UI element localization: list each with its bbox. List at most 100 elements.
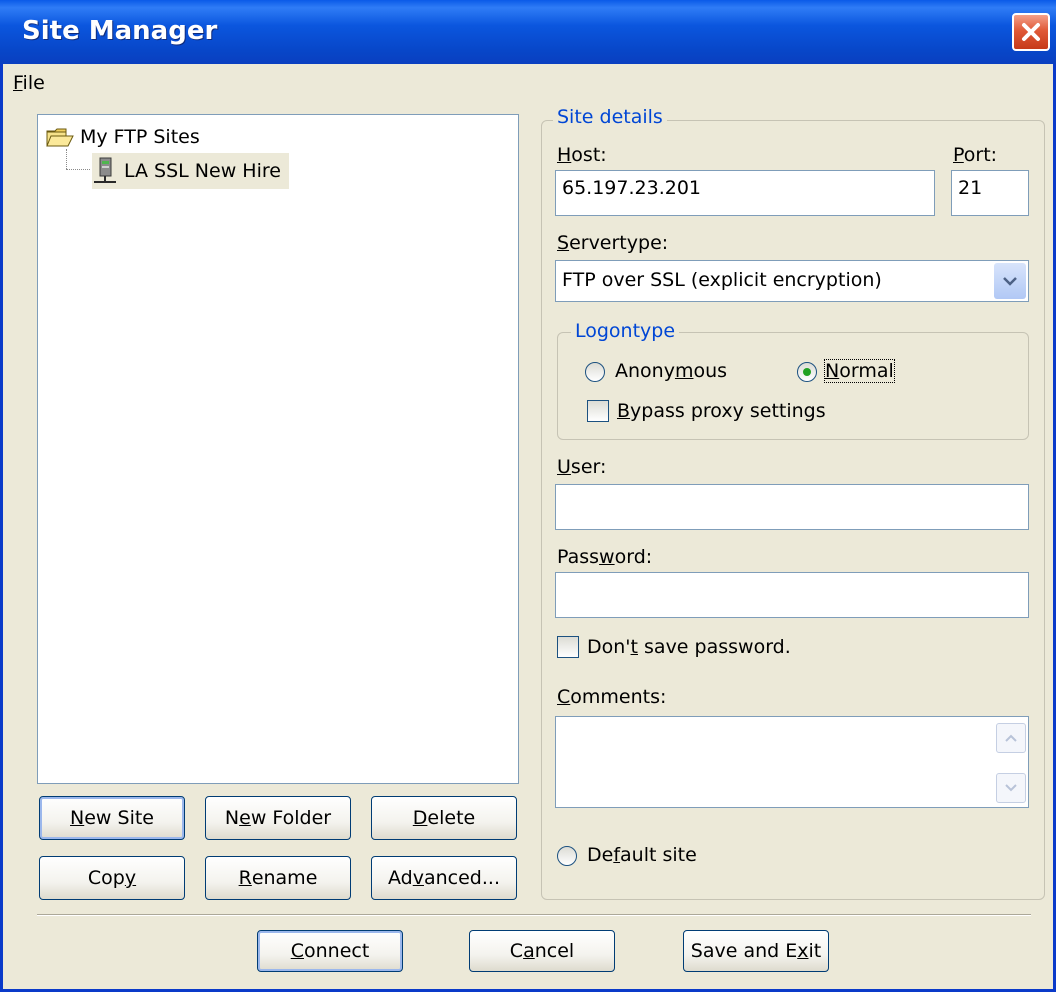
mnemonic: B: [617, 400, 631, 422]
new-folder-button[interactable]: New Folder: [205, 796, 351, 840]
tree-root-label: My FTP Sites: [80, 126, 200, 148]
label-rest: ormal: [839, 360, 894, 382]
label-rest: ncel: [534, 940, 575, 962]
user-label: User:: [557, 456, 606, 478]
tree-connector: [66, 169, 90, 170]
host-input[interactable]: 65.197.23.201: [555, 170, 935, 216]
scroll-up-button[interactable]: [996, 723, 1026, 753]
label-start: Cop: [87, 867, 125, 889]
label-start: Anony: [615, 360, 675, 382]
label-start: Don': [587, 636, 631, 658]
delete-button[interactable]: Delete: [371, 796, 517, 840]
label-rest: elete: [427, 807, 476, 829]
normal-label[interactable]: Normal: [824, 359, 895, 383]
port-input[interactable]: 21: [951, 170, 1029, 216]
dont-save-password-checkbox[interactable]: [557, 636, 579, 658]
rename-button[interactable]: Rename: [205, 856, 351, 900]
default-site-radio[interactable]: [557, 846, 577, 866]
mnemonic: e: [239, 807, 251, 829]
chevron-down-icon: [1003, 277, 1017, 286]
mnemonic: x: [797, 940, 809, 962]
label-rest: ser:: [570, 456, 607, 478]
bypass-proxy-label[interactable]: Bypass proxy settings: [617, 400, 826, 422]
server-icon: [94, 157, 116, 183]
label-rest: anced...: [423, 867, 500, 889]
comments-textarea[interactable]: [555, 716, 1029, 808]
password-label: Password:: [557, 546, 652, 568]
logontype-group: [557, 332, 1029, 440]
mnemonic: C: [290, 940, 304, 962]
label-rest: ervertype:: [569, 232, 669, 254]
menu-file-mnemonic: F: [13, 72, 23, 94]
save-and-exit-button[interactable]: Save and Ex it: [683, 930, 829, 972]
label-start: Save and E: [690, 940, 798, 962]
servertype-value: FTP over SSL (explicit encryption): [562, 269, 882, 291]
label-rest: onnect: [303, 940, 370, 962]
label-rest: ort:: [963, 144, 998, 166]
password-input[interactable]: [555, 572, 1029, 618]
label-start: Ad: [388, 867, 413, 889]
chevron-up-icon: [1005, 734, 1017, 742]
mnemonic: P: [953, 144, 964, 166]
close-button[interactable]: [1012, 13, 1050, 51]
servertype-dropdown-button[interactable]: [994, 263, 1026, 299]
mnemonic: S: [557, 232, 570, 254]
tree-item-la-ssl-new-hire[interactable]: LA SSL New Hire: [92, 153, 289, 189]
site-tree[interactable]: My FTP Sites LA SSL New Hire: [37, 114, 519, 784]
label-start: N: [224, 807, 240, 829]
scroll-down-button[interactable]: [996, 773, 1026, 803]
user-input[interactable]: [555, 484, 1029, 530]
site-details-legend: Site details: [553, 106, 667, 128]
bypass-proxy-checkbox[interactable]: [587, 400, 609, 422]
label-rest: ypass proxy settings: [630, 400, 826, 422]
host-label: Host:: [557, 144, 607, 166]
advanced-button[interactable]: Ad v anced...: [371, 856, 517, 900]
mnemonic: y: [124, 867, 137, 889]
label-rest: ord:: [614, 546, 653, 568]
dont-save-password-label[interactable]: Don't save password.: [587, 636, 791, 658]
folder-icon: [46, 128, 74, 147]
mnemonic: v: [412, 867, 424, 889]
menu-file-rest: ile: [22, 72, 45, 94]
tree-item-my-ftp-sites[interactable]: My FTP Sites: [46, 123, 200, 151]
label-rest: omments:: [570, 686, 667, 708]
title-bar[interactable]: Site Manager: [0, 0, 1056, 64]
label-rest: ault site: [620, 844, 697, 866]
logontype-legend: Logontype: [571, 320, 680, 342]
close-icon: [1022, 23, 1040, 41]
radio-selected-dot: [803, 368, 811, 376]
normal-radio[interactable]: [797, 362, 817, 382]
window-title: Site Manager: [22, 16, 218, 46]
default-site-label[interactable]: Default site: [587, 844, 697, 866]
port-label: Port:: [953, 144, 997, 166]
mnemonic: N: [825, 360, 840, 382]
mnemonic: U: [557, 456, 571, 478]
menu-bar: File: [3, 64, 1053, 102]
label-rest: save password.: [637, 636, 791, 658]
connect-button[interactable]: Connect: [257, 930, 403, 972]
mnemonic: R: [238, 867, 252, 889]
label-start: De: [587, 844, 614, 866]
separator: [37, 914, 1031, 916]
label-rest: ew Site: [84, 807, 154, 829]
comments-label: Comments:: [557, 686, 666, 708]
anonymous-radio[interactable]: [585, 362, 605, 382]
chevron-down-icon: [1005, 784, 1017, 792]
label-start: C: [509, 940, 524, 962]
menu-file[interactable]: File: [13, 72, 45, 94]
label-start: Pass: [557, 546, 600, 568]
mnemonic: H: [557, 144, 572, 166]
mnemonic: m: [674, 360, 694, 382]
label-rest: ous: [693, 360, 728, 382]
comments-scrollbar[interactable]: [994, 719, 1026, 805]
host-value: 65.197.23.201: [562, 177, 702, 199]
mnemonic: N: [70, 807, 85, 829]
servertype-select[interactable]: FTP over SSL (explicit encryption): [555, 260, 1029, 302]
tree-connector: [66, 149, 67, 169]
port-value: 21: [958, 177, 983, 199]
site-manager-window: Site Manager File My FTP Sites LA SSL Ne…: [0, 0, 1056, 992]
cancel-button[interactable]: Ca ncel: [469, 930, 615, 972]
copy-button[interactable]: Cop y: [39, 856, 185, 900]
new-site-button[interactable]: New Site: [39, 796, 185, 840]
anonymous-label[interactable]: Anonymous: [615, 360, 727, 382]
